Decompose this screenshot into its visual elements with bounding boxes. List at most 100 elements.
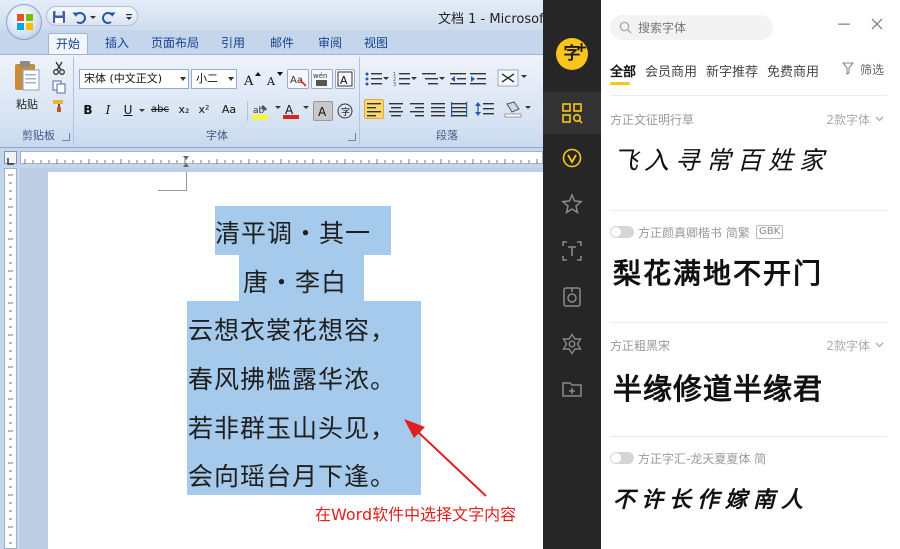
font-color-icon[interactable]: A	[281, 102, 301, 120]
increase-indent-icon[interactable]	[469, 71, 487, 87]
paste-button[interactable]: 粘贴	[8, 59, 44, 113]
tab-mailings[interactable]: 邮件	[262, 33, 302, 54]
chevron-down-icon[interactable]	[521, 74, 527, 80]
shrink-font-button[interactable]: A	[263, 69, 283, 89]
chinese-layout-icon[interactable]	[497, 69, 519, 87]
poem-line[interactable]: 云想衣裳花想容，	[188, 311, 396, 347]
font-card-sample[interactable]: 半缘修道半缘君	[613, 366, 823, 408]
enclose-characters-button[interactable]: 字	[335, 101, 355, 121]
change-case-button[interactable]: Aa	[217, 101, 241, 119]
vertical-ruler[interactable]	[0, 168, 20, 549]
tab-view[interactable]: 视图	[356, 33, 396, 54]
horizontal-ruler[interactable]	[0, 148, 543, 168]
highlight-color-icon[interactable]: ab	[251, 102, 273, 120]
bold-button[interactable]: B	[79, 101, 97, 119]
divider	[610, 322, 887, 323]
tab-review[interactable]: 审阅	[310, 33, 350, 54]
copy-icon[interactable]	[52, 80, 66, 94]
character-border-button[interactable]: A	[335, 69, 355, 89]
strikethrough-button[interactable]: abc	[149, 101, 171, 119]
settings-icon[interactable]	[561, 333, 583, 355]
font-card-sample[interactable]: 梨花满地不开门	[613, 252, 823, 292]
font-manager-icon[interactable]	[561, 286, 583, 308]
first-line-indent-marker[interactable]	[183, 156, 189, 160]
chevron-down-icon[interactable]	[383, 76, 389, 82]
undo-dropdown-icon[interactable]	[89, 9, 97, 25]
poem-title[interactable]: 清平调・其一	[215, 214, 371, 250]
chevron-down-icon[interactable]	[875, 340, 884, 349]
poem-line[interactable]: 若非群玉山头见，	[188, 409, 396, 445]
chevron-down-icon[interactable]	[303, 105, 309, 111]
chevron-down-icon[interactable]	[525, 105, 531, 111]
clipboard-dialog-launcher[interactable]	[62, 133, 70, 141]
font-search[interactable]	[610, 15, 773, 40]
undo-icon[interactable]	[71, 9, 87, 25]
close-icon[interactable]	[870, 17, 884, 31]
character-shading-icon: A	[318, 105, 327, 119]
font-library-icon[interactable]	[561, 102, 583, 124]
distributed-icon[interactable]	[450, 100, 468, 118]
align-right-icon[interactable]	[408, 100, 426, 118]
poem-line[interactable]: 会向瑶台月下逢。	[188, 457, 396, 493]
superscript-button[interactable]: x²	[195, 101, 213, 119]
line-spacing-icon[interactable]	[475, 100, 495, 118]
align-left-button[interactable]	[364, 99, 384, 119]
tab-references[interactable]: 引用	[213, 33, 253, 54]
chevron-down-icon	[228, 77, 234, 81]
bullets-icon[interactable]	[365, 71, 383, 87]
tab-selector[interactable]	[4, 151, 17, 165]
add-folder-icon[interactable]	[561, 378, 583, 400]
poem-author[interactable]: 唐・李白	[243, 263, 347, 299]
font-card-sample[interactable]: 不许长作嫁南人	[613, 482, 809, 514]
font-size-select[interactable]: 小二	[191, 69, 237, 89]
multilevel-list-icon[interactable]	[421, 71, 439, 87]
decrease-indent-icon[interactable]	[449, 71, 467, 87]
chevron-down-icon[interactable]	[875, 114, 884, 123]
category-free-commercial[interactable]: 免费商用	[767, 61, 819, 80]
font-toggle-switch[interactable]	[610, 452, 634, 464]
font-toggle-switch[interactable]	[610, 226, 634, 238]
category-member-commercial[interactable]: 会员商用	[645, 61, 697, 80]
format-painter-icon[interactable]	[52, 99, 66, 113]
font-dialog-launcher[interactable]	[348, 133, 356, 141]
phonetic-guide-button[interactable]: wén	[311, 69, 333, 89]
tab-insert[interactable]: 插入	[97, 33, 137, 54]
poem-line[interactable]: 春风拂槛露华浓。	[188, 360, 396, 396]
shading-icon[interactable]	[503, 100, 523, 118]
cut-icon[interactable]	[52, 61, 66, 75]
font-card-count[interactable]: 2款字体	[826, 337, 870, 354]
chevron-down-icon[interactable]	[139, 108, 145, 114]
justify-icon[interactable]	[429, 100, 447, 118]
minimize-icon[interactable]	[837, 17, 851, 31]
character-shading-button[interactable]: A	[313, 101, 333, 121]
category-all[interactable]: 全部	[610, 61, 636, 80]
font-panel: 字 搜索字体 全部 会员商用 新字推荐 免费商用 筛选 方正文征明行草 2款字体…	[543, 0, 900, 549]
save-icon[interactable]	[51, 9, 67, 25]
clear-format-button[interactable]: Aa	[287, 69, 309, 89]
vip-icon[interactable]	[561, 147, 583, 169]
numbering-icon[interactable]: 123	[393, 71, 411, 87]
tab-home[interactable]: 开始	[48, 33, 88, 54]
search-input[interactable]	[638, 15, 768, 40]
font-card-sample[interactable]: 飞入寻常百姓家	[613, 141, 830, 177]
grow-font-button[interactable]: A	[241, 69, 261, 89]
filter-icon[interactable]	[842, 62, 854, 75]
window-title: 文档 1 - Microsoft	[438, 12, 543, 27]
text-recognition-icon[interactable]	[561, 240, 583, 262]
favorites-icon[interactable]	[561, 193, 583, 215]
filter-button[interactable]: 筛选	[860, 61, 884, 78]
italic-button[interactable]: I	[99, 101, 117, 119]
redo-icon[interactable]	[101, 9, 117, 25]
category-new-recommend[interactable]: 新字推荐	[706, 61, 758, 80]
chevron-down-icon[interactable]	[411, 76, 417, 82]
align-center-icon[interactable]	[387, 100, 405, 118]
underline-button[interactable]: U	[119, 101, 137, 119]
subscript-button[interactable]: x₂	[175, 101, 193, 119]
font-card-count[interactable]: 2款字体	[826, 111, 870, 128]
chevron-down-icon[interactable]	[439, 76, 445, 82]
tab-page-layout[interactable]: 页面布局	[146, 33, 204, 54]
font-name-select[interactable]: 宋体 (中文正文)	[79, 69, 189, 89]
customize-toolbar-icon[interactable]	[125, 9, 133, 25]
hanging-indent-marker[interactable]	[183, 163, 189, 167]
office-button[interactable]	[6, 4, 42, 40]
